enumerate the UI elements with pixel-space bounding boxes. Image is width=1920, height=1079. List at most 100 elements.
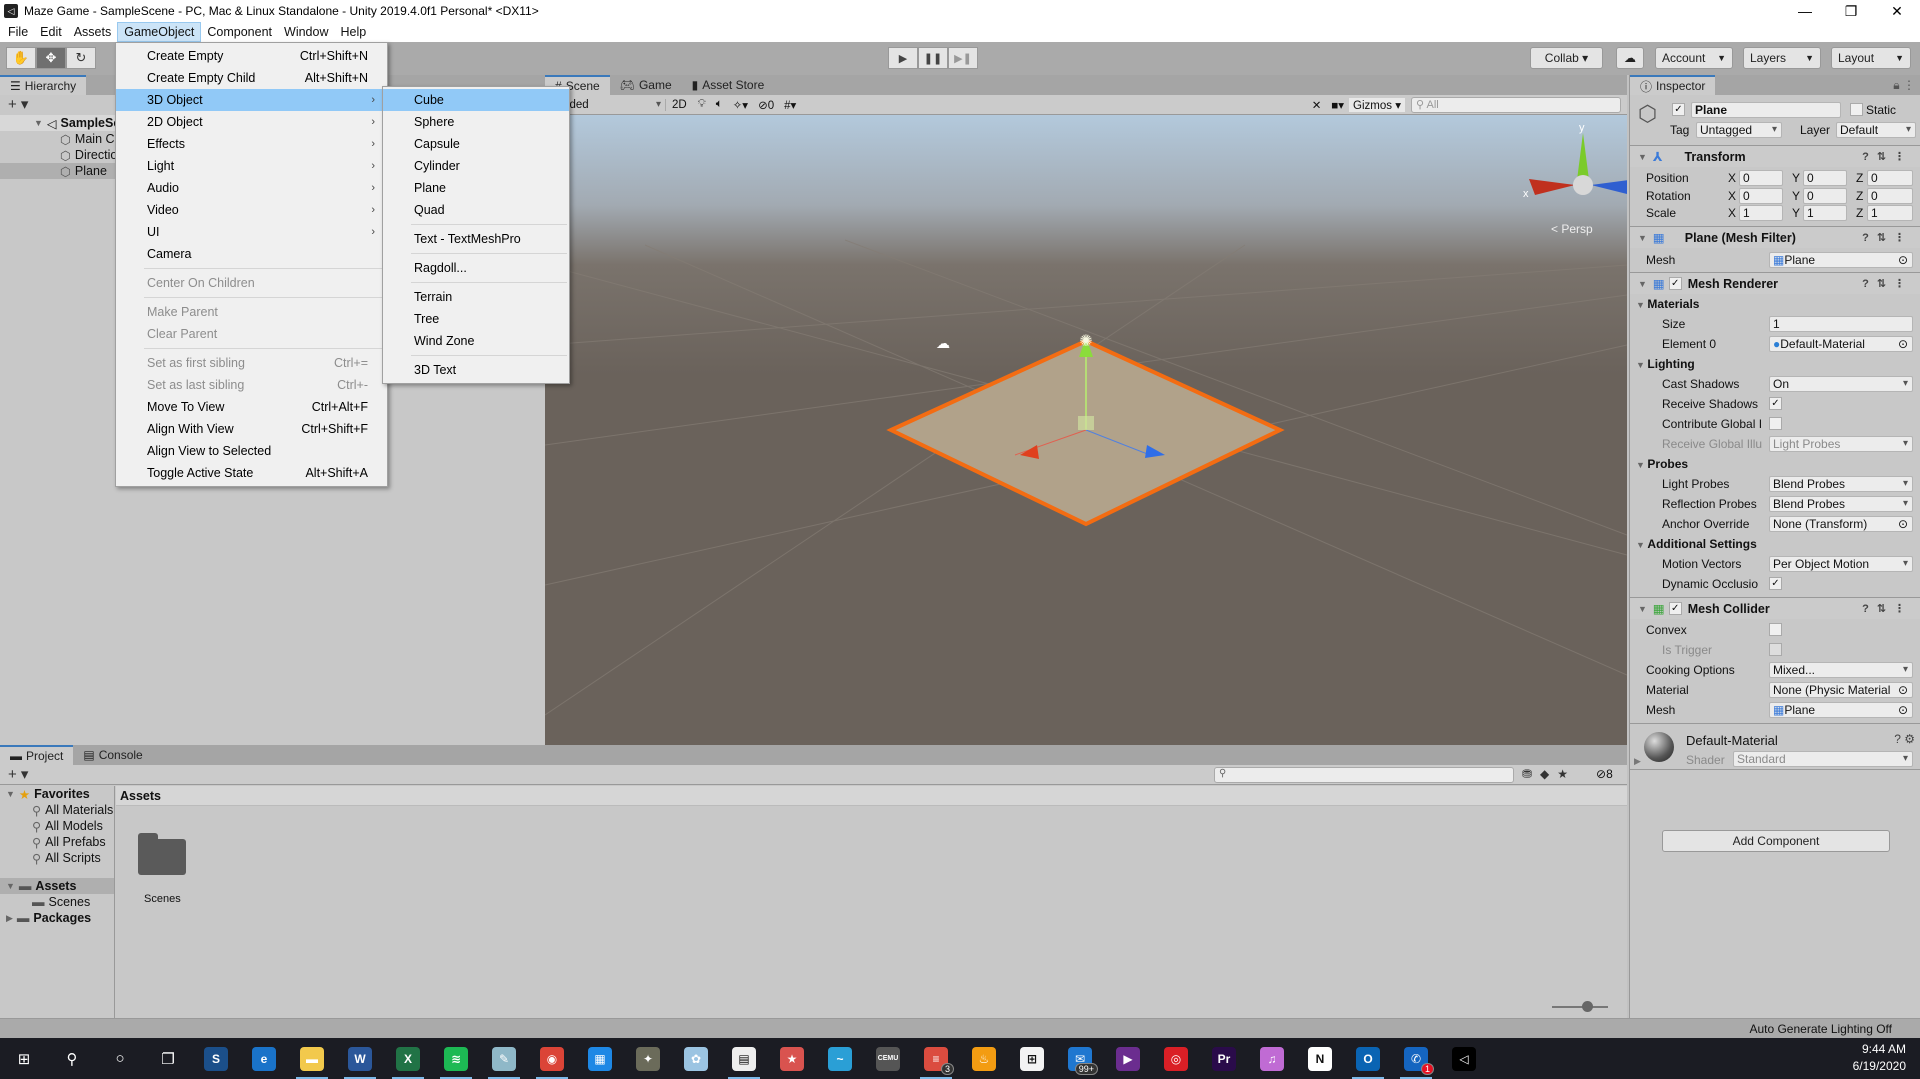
object-picker-icon[interactable]: ⊙ [1898,703,1908,717]
component-menu-icons[interactable]: ?⇅⋮ [1862,150,1913,163]
menu-item-align-view-to-selected[interactable]: Align View to Selected [116,440,387,462]
static-checkbox[interactable] [1850,103,1863,116]
tab-asset-store[interactable]: ▮ Asset Store [682,75,775,95]
dynamic-occlusion-checkbox[interactable]: ✓ [1769,577,1782,590]
lock-icon[interactable]: 🔒︎ ⋮ [1893,78,1915,93]
mesh-filter-header[interactable]: ▼ ▦ Plane (Mesh Filter) ?⇅⋮ [1630,226,1920,248]
lighting-foldout[interactable]: ▼ Lighting [1636,357,1695,371]
taskbar-premiere-icon[interactable]: Pr [1200,1038,1248,1079]
expand-material-icon[interactable]: ▶ [1634,756,1641,767]
taskbar-spotify-icon[interactable]: ≋ [432,1038,480,1079]
taskbar-notepad-icon[interactable]: ✎ [480,1038,528,1079]
submenu-item-quad[interactable]: Quad [383,199,569,221]
project-search-input[interactable]: ⚲ [1214,767,1514,783]
taskbar-notion-icon[interactable]: N [1296,1038,1344,1079]
pause-button[interactable]: ❚❚ [918,47,948,69]
collapse-arrow-icon[interactable]: ▼ [1638,604,1647,614]
submenu-item-terrain[interactable]: Terrain [383,286,569,308]
taskbar-todoist-icon[interactable]: ≡ 3 [912,1038,960,1079]
reflection-probes-dropdown[interactable]: Blend Probes [1769,496,1913,512]
zoom-slider[interactable] [1552,1006,1608,1008]
materials-foldout[interactable]: ▼ Materials [1636,297,1699,311]
materials-size-field[interactable]: 1 [1769,316,1913,332]
favorite-item[interactable]: ⚲ All Models [0,818,114,834]
hand-tool-icon[interactable]: ✋ [6,47,36,69]
cooking-options-dropdown[interactable]: Mixed... [1769,662,1913,678]
menu-item-3d-object[interactable]: 3D Object › [116,89,387,111]
packages-folder[interactable]: ▶ ▬ Packages [0,910,114,926]
menu-item-audio[interactable]: Audio › [116,177,387,199]
collapse-arrow-icon[interactable]: ▼ [1638,152,1647,162]
scale-z-field[interactable]: 1 [1867,205,1913,221]
menu-gameobject[interactable]: GameObject [117,22,202,42]
menu-item-create-empty-child[interactable]: Create Empty Child Alt+Shift+N [116,67,387,89]
menu-item-light[interactable]: Light › [116,155,387,177]
submenu-item-cube[interactable]: Cube [383,89,569,111]
tag-dropdown[interactable]: Untagged [1696,122,1782,138]
component-menu-icons[interactable]: ?⇅⋮ [1862,277,1913,290]
mesh-renderer-enabled-checkbox[interactable]: ✓ [1668,277,1682,290]
rotation-y-field[interactable]: 0 [1803,188,1847,204]
light-gizmo-icon[interactable]: ✺ [1079,333,1092,350]
convex-checkbox[interactable] [1769,623,1782,636]
menu-item-move-to-view[interactable]: Move To View Ctrl+Alt+F [116,396,387,418]
submenu-item-ragdoll-[interactable]: Ragdoll... [383,257,569,279]
menu-item-toggle-active-state[interactable]: Toggle Active State Alt+Shift+A [116,462,387,484]
maximize-button[interactable]: ❐ [1828,0,1874,22]
scale-x-field[interactable]: 1 [1739,205,1783,221]
position-y-field[interactable]: 0 [1803,170,1847,186]
submenu-item-sphere[interactable]: Sphere [383,111,569,133]
taskbar-calculator-icon[interactable]: ▤ [720,1038,768,1079]
hierarchy-add-button[interactable]: + ▾ [8,95,28,115]
assets-folder[interactable]: ▼ ▬ Assets [0,878,114,894]
taskbar-flame-icon[interactable]: ♨ [960,1038,1008,1079]
cast-shadows-dropdown[interactable]: On [1769,376,1913,392]
taskbar-paint-icon[interactable]: ✿ [672,1038,720,1079]
taskbar-dolphin-icon[interactable]: ~ [816,1038,864,1079]
element0-field[interactable]: ●Default-Material ⊙ [1769,336,1913,352]
anchor-override-field[interactable]: None (Transform) ⊙ [1769,516,1913,532]
taskbar-start-icon[interactable]: ⊞ [0,1038,48,1079]
position-z-field[interactable]: 0 [1867,170,1913,186]
close-button[interactable]: ✕ [1874,0,1920,22]
menu-item-effects[interactable]: Effects › [116,133,387,155]
submenu-item-plane[interactable]: Plane [383,177,569,199]
taskbar-task-view-icon[interactable]: ❐ [144,1038,192,1079]
collab-button[interactable]: Collab ▾ [1530,47,1603,69]
menu-item-video[interactable]: Video › [116,199,387,221]
grid-snap-dropdown-icon[interactable]: #▾ [779,98,801,112]
menu-item-camera[interactable]: Camera [116,243,387,265]
scenes-folder-tile[interactable]: Scenes [138,833,188,905]
mesh-collider-header[interactable]: ▼ ▦ ✓ Mesh Collider ?⇅⋮ [1630,597,1920,619]
step-button[interactable]: ▶❚ [948,47,978,69]
collapse-arrow-icon[interactable]: ▼ [1638,233,1647,243]
favorite-item[interactable]: ⚲ All Scripts [0,850,114,866]
static-label[interactable]: Static [1866,103,1896,117]
hidden-objects-toggle[interactable]: ⊘0 [753,98,779,112]
menu-edit[interactable]: Edit [34,22,68,42]
mesh-field[interactable]: ▦Plane ⊙ [1769,252,1913,268]
tab-inspector[interactable]: ⓘ Inspector [1630,75,1716,95]
collapse-arrow-icon[interactable]: ▼ [1638,279,1647,289]
transform-header[interactable]: ▼ ⅄ Transform ?⇅⋮ [1630,145,1920,167]
tab-console[interactable]: ▤ Console [73,745,152,765]
taskbar-mail-icon[interactable]: ✉ 99+ [1056,1038,1104,1079]
collider-material-field[interactable]: None (Physic Material ⊙ [1769,682,1913,698]
material-settings-icon[interactable]: ? ⚙ [1894,732,1915,746]
menu-component[interactable]: Component [201,22,278,42]
receive-shadows-checkbox[interactable]: ✓ [1769,397,1782,410]
system-clock[interactable]: 9:44 AM 6/19/2020 [1853,1041,1906,1075]
taskbar-creative-cloud-icon[interactable]: ◎ [1152,1038,1200,1079]
taskbar-excel-icon[interactable]: X [384,1038,432,1079]
zoom-slider-thumb[interactable] [1582,1001,1593,1012]
motion-vectors-dropdown[interactable]: Per Object Motion [1769,556,1913,572]
position-x-field[interactable]: 0 [1739,170,1783,186]
taskbar-outlook-icon[interactable]: O [1344,1038,1392,1079]
gizmos-dropdown[interactable]: Gizmos ▾ [1349,97,1405,112]
menu-item-ui[interactable]: UI › [116,221,387,243]
taskbar-edge-icon[interactable]: e [240,1038,288,1079]
2d-toggle[interactable]: 2D [665,98,693,111]
taskbar-chrome-icon[interactable]: ◉ [528,1038,576,1079]
rotation-z-field[interactable]: 0 [1867,188,1913,204]
orientation-gizmo[interactable]: y x z [1523,122,1627,200]
